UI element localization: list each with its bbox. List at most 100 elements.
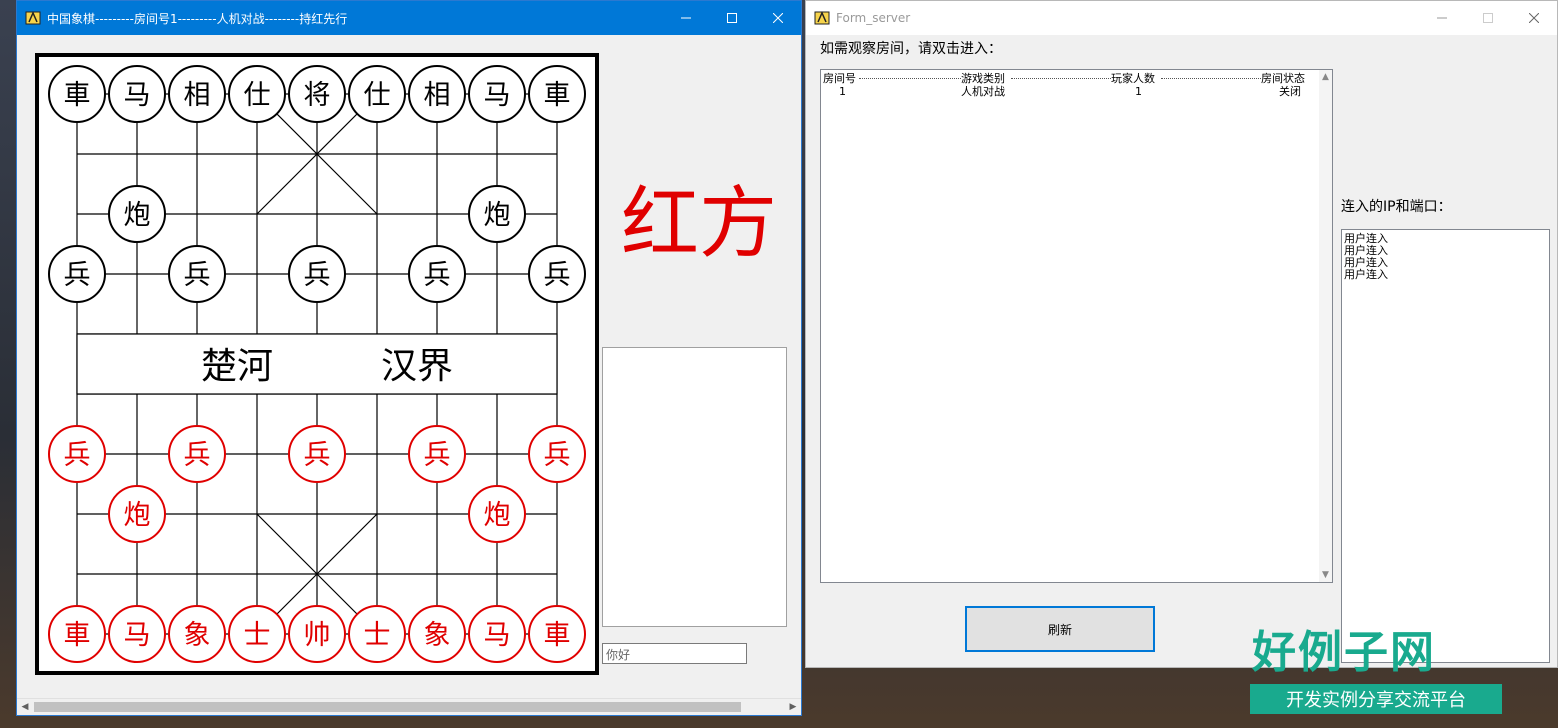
watermark-title: 好例子网 (1252, 627, 1436, 678)
minimize-button[interactable] (663, 1, 709, 35)
red-piece[interactable]: 士 (348, 605, 406, 663)
close-button[interactable] (755, 1, 801, 35)
red-piece[interactable]: 炮 (108, 485, 166, 543)
black-piece[interactable]: 仕 (348, 65, 406, 123)
connection-log[interactable]: 用户连入 用户连入 用户连入 用户连入 (1341, 229, 1550, 663)
black-piece[interactable]: 马 (468, 65, 526, 123)
chess-title-bar[interactable]: 中国象棋---------房间号1---------人机对战--------持红… (17, 1, 801, 35)
column-game-type[interactable]: 游戏类别 (961, 72, 1005, 85)
server-title-bar[interactable]: Form_server (806, 1, 1557, 35)
black-piece[interactable]: 马 (108, 65, 166, 123)
piece-label: 帅 (304, 620, 331, 651)
room-row[interactable]: 1 人机对战 1 关闭 (823, 85, 1318, 98)
piece-label: 仕 (364, 80, 391, 111)
room-status-cell: 关闭 (1279, 85, 1301, 98)
black-piece[interactable]: 兵 (528, 245, 586, 303)
black-piece[interactable]: 兵 (288, 245, 346, 303)
river-band (76, 333, 558, 395)
piece-label: 士 (364, 620, 391, 651)
black-piece[interactable]: 仕 (228, 65, 286, 123)
minimize-button[interactable] (1419, 1, 1465, 35)
black-piece[interactable]: 兵 (168, 245, 226, 303)
red-piece[interactable]: 兵 (168, 425, 226, 483)
piece-label: 兵 (424, 440, 451, 471)
piece-label: 马 (484, 620, 511, 651)
piece-label: 士 (244, 620, 271, 651)
ip-port-label: 连入的IP和端口： (1341, 199, 1452, 215)
black-piece[interactable]: 相 (168, 65, 226, 123)
black-piece[interactable]: 炮 (108, 185, 166, 243)
side-indicator: 红方 (621, 179, 778, 269)
server-window: Form_server 如需观察房间，请双击进入： 房间号 游戏类别 玩家人数 (805, 0, 1558, 668)
chat-input[interactable]: 你好 (602, 643, 747, 664)
black-piece[interactable]: 車 (528, 65, 586, 123)
server-window-title: Form_server (836, 11, 911, 25)
piece-label: 車 (64, 620, 91, 651)
minimize-icon (1437, 17, 1447, 19)
red-piece[interactable]: 兵 (288, 425, 346, 483)
column-room-status[interactable]: 房间状态 (1261, 72, 1305, 85)
piece-label: 兵 (544, 440, 571, 471)
piece-label: 马 (484, 80, 511, 111)
red-piece[interactable]: 帅 (288, 605, 346, 663)
red-piece[interactable]: 車 (48, 605, 106, 663)
black-piece[interactable]: 車 (48, 65, 106, 123)
red-piece[interactable]: 兵 (408, 425, 466, 483)
horizontal-scrollbar[interactable]: ◀ ▶ (17, 698, 801, 715)
room-list[interactable]: 房间号 游戏类别 玩家人数 房间状态 1 人机对战 1 关闭 ▲ ▼ (820, 69, 1333, 583)
piece-label: 兵 (304, 440, 331, 471)
piece-label: 炮 (124, 500, 151, 531)
red-piece[interactable]: 马 (468, 605, 526, 663)
maximize-button[interactable] (709, 1, 755, 35)
app-icon (814, 11, 830, 25)
black-piece[interactable]: 兵 (408, 245, 466, 303)
black-piece[interactable]: 相 (408, 65, 466, 123)
close-icon (1529, 13, 1539, 23)
chess-window: 中国象棋---------房间号1---------人机对战--------持红… (16, 0, 802, 716)
game-type-cell: 人机对战 (961, 85, 1005, 98)
black-piece[interactable]: 将 (288, 65, 346, 123)
maximize-button[interactable] (1465, 1, 1511, 35)
piece-label: 兵 (424, 260, 451, 291)
black-piece[interactable]: 兵 (48, 245, 106, 303)
red-piece[interactable]: 炮 (468, 485, 526, 543)
room-list-header: 房间号 游戏类别 玩家人数 房间状态 (823, 72, 1318, 85)
piece-label: 相 (424, 80, 451, 111)
minimize-icon (681, 17, 691, 19)
scroll-up-icon[interactable]: ▲ (1319, 72, 1332, 82)
column-player-count[interactable]: 玩家人数 (1111, 72, 1155, 85)
black-piece[interactable]: 炮 (468, 185, 526, 243)
site-watermark: 好例子网 开发实例分享交流平台 (1250, 616, 1510, 720)
red-piece[interactable]: 象 (408, 605, 466, 663)
red-piece[interactable]: 兵 (48, 425, 106, 483)
red-piece[interactable]: 兵 (528, 425, 586, 483)
scroll-left-icon[interactable]: ◀ (17, 699, 33, 715)
piece-label: 将 (304, 80, 331, 111)
close-button[interactable] (1511, 1, 1557, 35)
chat-history[interactable] (602, 347, 787, 627)
room-number-cell: 1 (839, 85, 846, 98)
scroll-thumb[interactable] (34, 702, 741, 712)
red-piece[interactable]: 車 (528, 605, 586, 663)
piece-label: 炮 (484, 200, 511, 231)
piece-label: 马 (124, 620, 151, 651)
red-piece[interactable]: 象 (168, 605, 226, 663)
red-piece[interactable]: 马 (108, 605, 166, 663)
piece-label: 兵 (184, 260, 211, 291)
room-list-scrollbar[interactable]: ▲ ▼ (1319, 70, 1332, 582)
piece-label: 象 (424, 620, 451, 651)
app-icon (25, 11, 41, 25)
chess-board[interactable]: 楚河 汉界 車马相仕将仕相马車炮 炮兵兵兵兵兵兵兵兵兵兵炮 炮車马象士帅士象马車 (35, 53, 601, 677)
refresh-button[interactable]: 刷新 (965, 606, 1155, 652)
piece-label: 马 (124, 80, 151, 111)
watermark-subtitle: 开发实例分享交流平台 (1250, 684, 1502, 714)
maximize-icon (727, 13, 737, 23)
piece-label: 炮 (124, 200, 151, 231)
red-piece[interactable]: 士 (228, 605, 286, 663)
piece-label: 兵 (64, 260, 91, 291)
scroll-down-icon[interactable]: ▼ (1319, 570, 1332, 580)
scroll-right-icon[interactable]: ▶ (785, 699, 801, 715)
piece-label: 兵 (304, 260, 331, 291)
piece-label: 兵 (184, 440, 211, 471)
column-room-number[interactable]: 房间号 (823, 72, 856, 85)
